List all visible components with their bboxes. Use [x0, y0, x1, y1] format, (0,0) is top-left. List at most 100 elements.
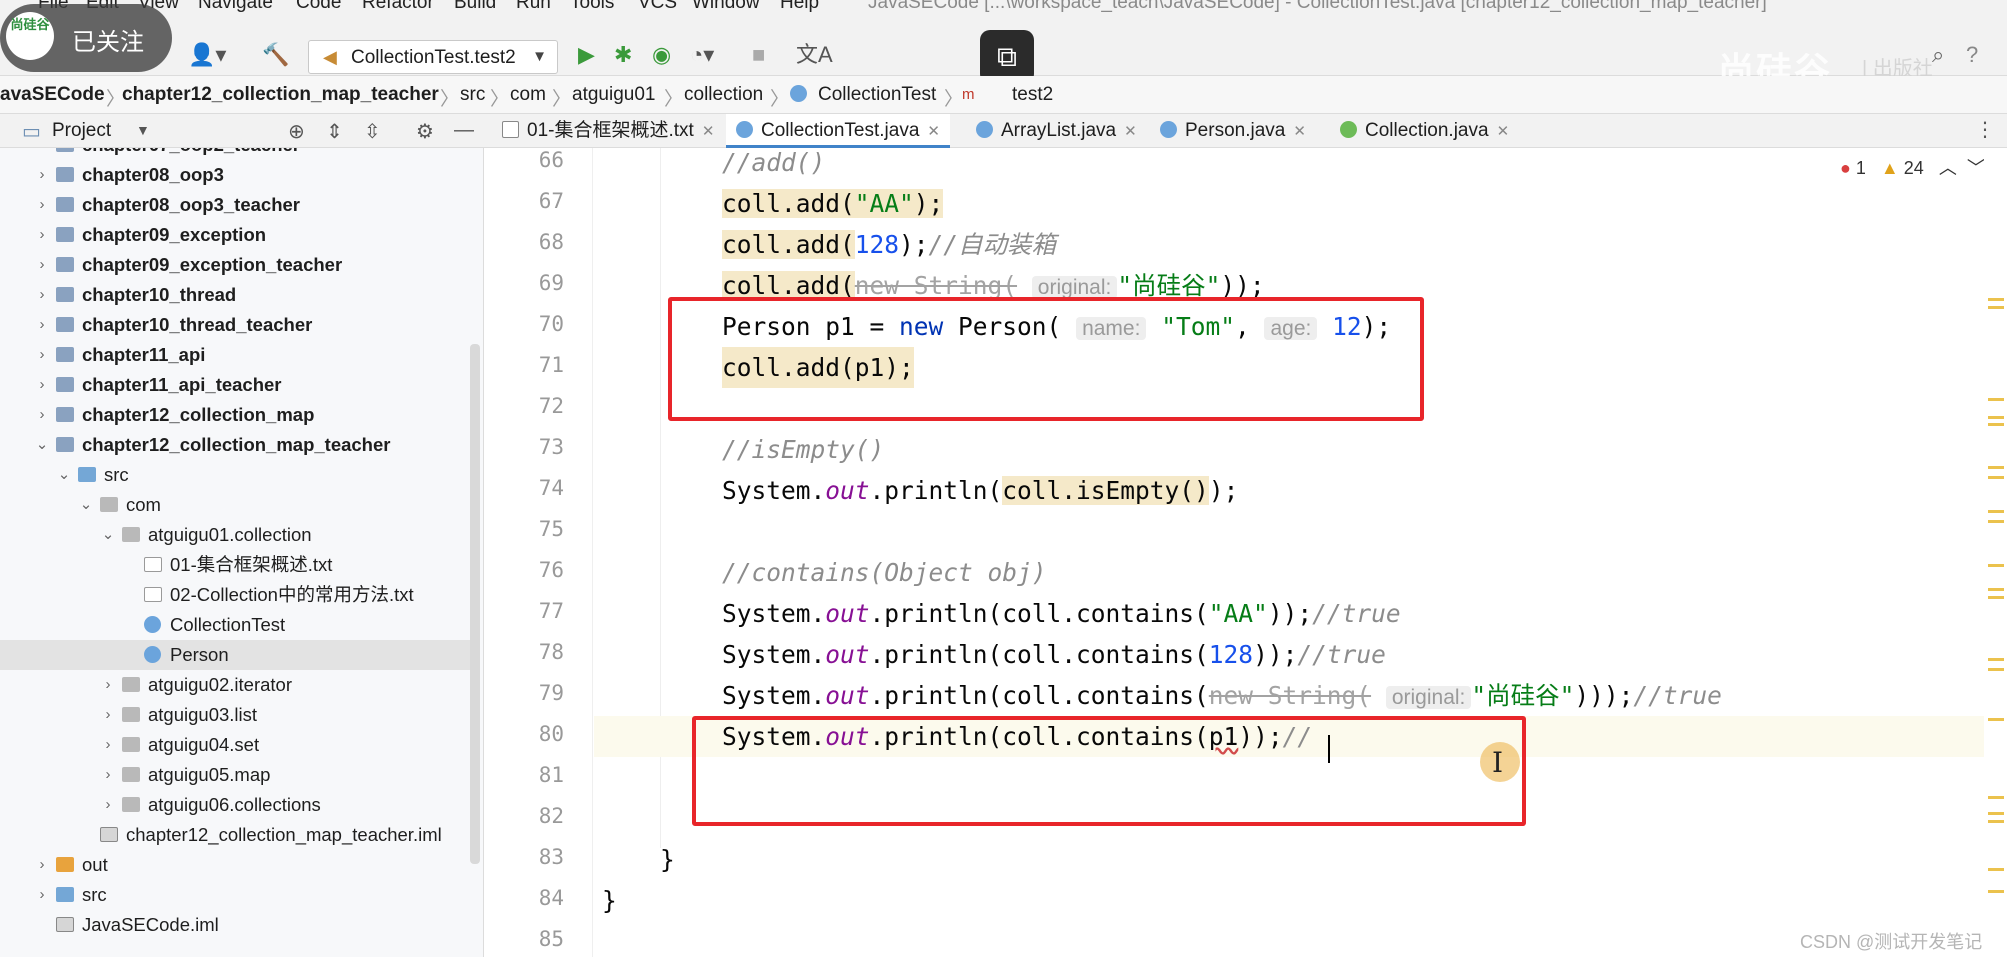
chevron-down-icon[interactable]: ⌄: [100, 520, 116, 550]
tree-scrollbar[interactable]: [470, 344, 480, 864]
tree-item-atguigu02-iterator[interactable]: › atguigu02.iterator: [0, 670, 470, 700]
stripe-marker[interactable]: [1988, 476, 2004, 479]
stripe-marker[interactable]: [1988, 423, 2004, 426]
chevron-right-icon[interactable]: ›: [34, 280, 50, 310]
close-icon[interactable]: ✕: [927, 123, 940, 140]
close-icon[interactable]: ✕: [1293, 123, 1306, 140]
stripe-marker[interactable]: [1988, 820, 2004, 823]
menu-run[interactable]: Run: [516, 0, 551, 12]
chevron-right-icon[interactable]: ›: [34, 370, 50, 400]
stripe-marker[interactable]: [1988, 812, 2004, 815]
tab-collection-overview-txt[interactable]: 01-集合框架概述.txt ✕: [502, 114, 714, 148]
chevron-right-icon[interactable]: ›: [34, 400, 50, 430]
project-panel-title[interactable]: Project: [52, 120, 111, 142]
tree-item-out[interactable]: › out: [0, 850, 470, 880]
stripe-marker[interactable]: [1988, 398, 2004, 401]
menu-tools[interactable]: Tools: [570, 0, 614, 12]
stop-icon[interactable]: ■: [752, 42, 765, 68]
chevron-right-icon[interactable]: ›: [34, 340, 50, 370]
chevron-right-icon[interactable]: ›: [34, 148, 50, 160]
chevron-right-icon[interactable]: ›: [100, 790, 116, 820]
run-config-select[interactable]: ◀ CollectionTest.test2 ▼: [308, 40, 558, 74]
stripe-marker[interactable]: [1988, 416, 2004, 419]
follow-badge[interactable]: 尚硅谷 已关注: [0, 4, 172, 72]
tree-item-01-txt[interactable]: 01-集合框架概述.txt: [0, 550, 470, 580]
tree-item-javasecode-iml[interactable]: JavaSECode.iml: [0, 910, 470, 940]
help-icon[interactable]: ?: [1966, 42, 1978, 68]
chevron-up-icon[interactable]: ︿: [1939, 158, 1957, 178]
tree-item-person[interactable]: Person: [0, 640, 470, 670]
stripe-marker[interactable]: [1988, 298, 2004, 301]
tree-item-collectiontest[interactable]: CollectionTest: [0, 610, 470, 640]
tree-item-chapter12-collection-map[interactable]: › chapter12_collection_map: [0, 400, 470, 430]
gear-icon[interactable]: ⚙: [416, 119, 434, 144]
tree-item-chapter09-exception-teacher[interactable]: › chapter09_exception_teacher: [0, 250, 470, 280]
menu-code[interactable]: Code: [296, 0, 341, 12]
tab-collection-java[interactable]: Collection.java ✕: [1340, 114, 1509, 148]
breadcrumb-project[interactable]: avaSECode: [0, 84, 105, 106]
tree-item-chapter12-collection-map-teacher-iml[interactable]: chapter12_collection_map_teacher.iml: [0, 820, 470, 850]
tree-item-chapter12-collection-map-teacher[interactable]: ⌄ chapter12_collection_map_teacher: [0, 430, 470, 460]
chevron-right-icon[interactable]: ›: [100, 760, 116, 790]
more-tabs-icon[interactable]: ⋮: [1975, 117, 1995, 142]
chevron-right-icon[interactable]: ›: [34, 190, 50, 220]
profile-icon[interactable]: ◔▾: [690, 42, 714, 68]
chevron-down-icon[interactable]: ⌄: [56, 460, 72, 490]
menu-help[interactable]: Help: [780, 0, 819, 12]
collapse-all-icon[interactable]: ⇳: [364, 119, 381, 144]
tree-item-atguigu05-map[interactable]: › atguigu05.map: [0, 760, 470, 790]
user-icon[interactable]: 👤▾: [188, 42, 226, 68]
chevron-right-icon[interactable]: ›: [100, 700, 116, 730]
stripe-marker[interactable]: [1988, 306, 2004, 309]
chevron-down-icon[interactable]: ⌄: [34, 430, 50, 460]
stripe-marker[interactable]: [1988, 520, 2004, 523]
tab-collectiontest-java[interactable]: CollectionTest.java ✕: [726, 114, 950, 148]
tree-item-chapter10-thread-teacher[interactable]: › chapter10_thread_teacher: [0, 310, 470, 340]
tree-item-chapter11-api-teacher[interactable]: › chapter11_api_teacher: [0, 370, 470, 400]
stripe-marker[interactable]: [1988, 510, 2004, 513]
breadcrumb-class[interactable]: CollectionTest: [818, 84, 936, 106]
menu-refactor[interactable]: Refactor: [362, 0, 434, 12]
close-icon[interactable]: ✕: [1124, 123, 1137, 140]
menu-navigate[interactable]: Navigate: [198, 0, 273, 12]
stripe-marker[interactable]: [1988, 718, 2004, 721]
chevron-right-icon[interactable]: ›: [100, 730, 116, 760]
stripe-marker[interactable]: [1988, 668, 2004, 671]
chevron-right-icon[interactable]: ›: [100, 670, 116, 700]
tree-item-chapter07-oop2-teacher[interactable]: › chapter07_oop2_teacher: [0, 148, 470, 160]
coverage-icon[interactable]: ◉: [652, 42, 671, 68]
tab-person-java[interactable]: Person.java ✕: [1160, 114, 1306, 148]
chevron-right-icon[interactable]: ›: [34, 160, 50, 190]
breadcrumb-module[interactable]: chapter12_collection_map_teacher: [122, 84, 439, 106]
stripe-marker[interactable]: [1988, 466, 2004, 469]
stripe-marker[interactable]: [1988, 596, 2004, 599]
code-editor[interactable]: //add() coll.add("AA"); coll.add(128);//…: [594, 148, 1984, 957]
tree-item-atguigu03-list[interactable]: › atguigu03.list: [0, 700, 470, 730]
tab-arraylist-java[interactable]: ArrayList.java ✕: [976, 114, 1137, 148]
tree-item-chapter09-exception[interactable]: › chapter09_exception: [0, 220, 470, 250]
inspections-widget[interactable]: ● 1 ▲ 24 ︿ ﹀: [1840, 154, 1985, 180]
stripe-marker[interactable]: [1988, 588, 2004, 591]
error-stripe[interactable]: [1984, 148, 2007, 957]
tree-item-02-collection-txt[interactable]: 02-Collection中的常用方法.txt: [0, 580, 470, 610]
close-icon[interactable]: ✕: [702, 123, 715, 140]
tree-item-atguigu01-collection[interactable]: ⌄ atguigu01.collection: [0, 520, 470, 550]
expand-all-icon[interactable]: ⇕: [326, 119, 343, 144]
chevron-down-icon[interactable]: ⌄: [78, 490, 94, 520]
chevron-right-icon[interactable]: ›: [34, 310, 50, 340]
breadcrumb-src[interactable]: src: [460, 84, 485, 106]
tree-item-src[interactable]: › src: [0, 880, 470, 910]
tree-item-atguigu04-set[interactable]: › atguigu04.set: [0, 730, 470, 760]
tree-item-chapter08-oop3[interactable]: › chapter08_oop3: [0, 160, 470, 190]
tree-item-com[interactable]: ⌄ com: [0, 490, 470, 520]
tree-item-src[interactable]: ⌄ src: [0, 460, 470, 490]
locate-icon[interactable]: ⊕: [288, 119, 305, 144]
debug-icon[interactable]: ✱: [614, 42, 632, 68]
run-icon[interactable]: ▶: [578, 42, 595, 68]
tree-item-chapter11-api[interactable]: › chapter11_api: [0, 340, 470, 370]
tree-item-chapter08-oop3-teacher[interactable]: › chapter08_oop3_teacher: [0, 190, 470, 220]
tree-item-atguigu06-collections[interactable]: › atguigu06.collections: [0, 790, 470, 820]
menu-vcs[interactable]: VCS: [638, 0, 677, 12]
stripe-marker[interactable]: [1988, 890, 2004, 893]
breadcrumb-collection[interactable]: collection: [684, 84, 763, 106]
